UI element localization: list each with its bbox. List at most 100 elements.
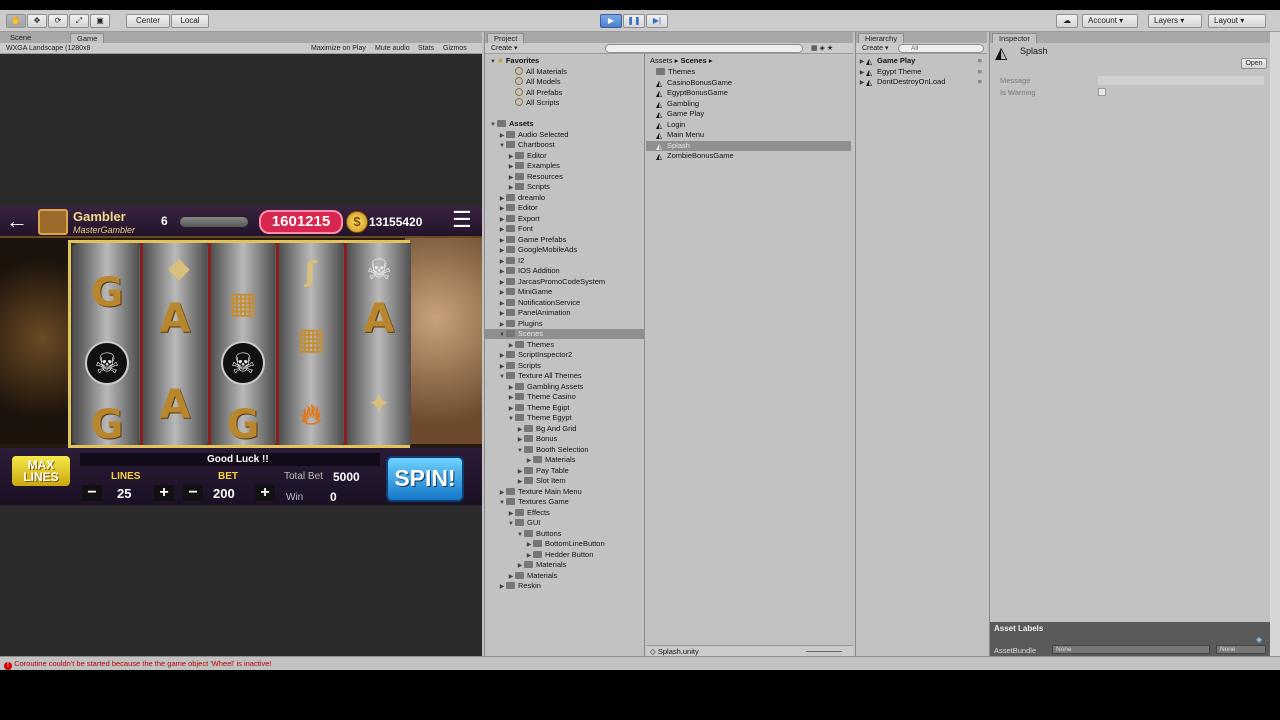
tree-section-header[interactable]: ▼ Assets (489, 119, 534, 129)
tree-item[interactable]: ▶ Reskin (498, 581, 541, 591)
tree-arrow-icon[interactable]: ▶ (498, 267, 506, 277)
tree-item[interactable]: ▶ Pay Table (516, 466, 569, 476)
game-view[interactable]: ← Gambler MasterGambler 6 1601215 $ 1315… (0, 54, 482, 656)
layers-dropdown[interactable]: Layers ▾ (1148, 14, 1202, 28)
tree-arrow-icon[interactable]: ▶ (507, 162, 515, 172)
spin-button[interactable]: SPIN! (386, 456, 464, 502)
tree-item[interactable]: ▶ Materials (525, 455, 576, 466)
step-button[interactable]: ▶| (646, 14, 668, 28)
tree-arrow-icon[interactable]: ▶ (858, 68, 866, 78)
tree-item[interactable]: ▶ Hedder Button (525, 550, 594, 560)
tree-item[interactable]: ▶ dreamlo (498, 193, 545, 203)
icon-size-slider[interactable] (806, 651, 842, 652)
lines-plus-button[interactable]: + (154, 485, 174, 501)
tree-item[interactable]: ▶ Gambling Assets (507, 382, 584, 392)
tree-item[interactable]: ▶ MiniGame (498, 287, 553, 298)
tree-item[interactable]: ▶ NotificationService (498, 298, 580, 308)
maximize-on-play-toggle[interactable]: Maximize on Play (311, 44, 366, 53)
tree-arrow-icon[interactable]: ▶ (498, 204, 506, 214)
tree-arrow-icon[interactable]: ▶ (507, 572, 515, 582)
tree-arrow-icon[interactable]: ▼ (498, 372, 506, 382)
breadcrumb-root[interactable]: Assets (650, 56, 673, 65)
project-create-button[interactable]: Create ▾ (491, 44, 517, 53)
hierarchy-item[interactable]: ▶ ◭ DontDestroyOnLoad ≡ (858, 77, 984, 87)
tree-arrow-icon[interactable]: ▶ (498, 278, 506, 288)
tree-arrow-icon[interactable]: ▶ (507, 152, 515, 162)
max-lines-button[interactable]: MAX LINES (12, 456, 70, 486)
tab-game[interactable]: Game (70, 33, 105, 43)
file-item[interactable]: ◭ Game Play (656, 109, 704, 119)
tree-item[interactable]: ▶ Scripts (498, 361, 541, 371)
file-item[interactable]: ◭ Login (656, 120, 685, 130)
tree-item[interactable]: ▶ Theme Casino (507, 392, 576, 402)
tree-item[interactable]: ▼ GUI (507, 518, 540, 528)
tree-item[interactable]: ▶ Plugins (498, 319, 543, 329)
tree-item[interactable]: ▶ Slot Item (516, 476, 566, 486)
tree-item[interactable]: ▶ Game Prefabs (498, 235, 567, 246)
tree-item[interactable]: ▶ Export (498, 214, 540, 224)
context-menu-icon[interactable]: ≡ (978, 77, 982, 87)
tab-project[interactable]: Project (487, 33, 525, 43)
tree-item[interactable]: ▶ JarcasPromoCodeSystem (498, 277, 605, 287)
tree-item[interactable]: All Models (507, 77, 561, 87)
tree-item[interactable]: ▶ Theme Egipt (507, 403, 570, 413)
tree-item[interactable]: ▼ Textures Game (498, 497, 569, 507)
tree-arrow-icon[interactable]: ▶ (498, 257, 506, 267)
tree-arrow-icon[interactable]: ▶ (507, 341, 515, 351)
file-item[interactable]: ◭ Gambling (656, 99, 699, 109)
file-item[interactable]: ◭ ZombieBonusGame (656, 151, 734, 161)
tree-arrow-icon[interactable]: ▶ (498, 582, 506, 592)
tree-item[interactable]: ▶ Materials (507, 571, 558, 582)
tree-item[interactable]: ▼ Buttons (516, 529, 561, 539)
layout-dropdown[interactable]: Layout ▾ (1208, 14, 1266, 28)
tree-item[interactable]: ▶ Editor (498, 203, 538, 213)
tree-item[interactable]: ▶ Bg And Grid (516, 424, 577, 435)
asset-variant-dropdown[interactable]: None (1216, 645, 1266, 654)
tree-arrow-icon[interactable]: ▶ (507, 404, 515, 414)
context-menu-icon[interactable]: ≡ (978, 56, 982, 66)
menu-icon[interactable]: ☰ (452, 209, 472, 231)
rect-tool-icon[interactable]: ▣ (90, 14, 110, 28)
project-search-input[interactable] (605, 44, 803, 53)
tree-arrow-icon[interactable]: ▶ (498, 362, 506, 372)
tree-arrow-icon[interactable]: ▶ (498, 320, 506, 330)
tree-arrow-icon[interactable]: ▶ (498, 351, 506, 361)
tree-arrow-icon[interactable]: ▼ (498, 141, 506, 151)
tree-arrow-icon[interactable]: ▶ (516, 477, 524, 487)
tree-item[interactable]: ▶ PanelAnimation (498, 308, 571, 318)
tree-item[interactable]: ▶ I2 (498, 256, 525, 267)
tree-item[interactable]: ▶ Audio Selected (498, 130, 569, 141)
tree-arrow-icon[interactable]: ▼ (498, 330, 506, 340)
tree-arrow-icon[interactable]: ▶ (498, 246, 506, 256)
filter-icons[interactable]: ▦ ◈ ★ (811, 44, 833, 53)
gizmos-dropdown[interactable]: Gizmos (443, 44, 467, 53)
tree-arrow-icon[interactable]: ▶ (516, 425, 524, 435)
account-dropdown[interactable]: Account ▾ (1082, 14, 1138, 28)
tree-arrow-icon[interactable]: ▶ (498, 131, 506, 141)
tree-arrow-icon[interactable]: ▼ (507, 414, 515, 424)
tree-item[interactable]: ▶ Editor (507, 151, 547, 161)
tree-arrow-icon[interactable]: ▶ (525, 540, 533, 550)
tree-arrow-icon[interactable]: ▶ (507, 509, 515, 519)
tree-arrow-icon[interactable]: ▼ (516, 530, 524, 540)
tree-arrow-icon[interactable]: ▼ (507, 519, 515, 529)
tree-item[interactable]: ▶ Bonus (516, 434, 558, 445)
tree-arrow-icon[interactable]: ▶ (516, 435, 524, 445)
tree-item[interactable]: ▼ Booth Selection (516, 445, 589, 455)
tree-arrow-icon[interactable]: ▶ (498, 288, 506, 298)
stats-toggle[interactable]: Stats (418, 44, 434, 53)
tree-item[interactable]: ▶ Materials (516, 560, 567, 570)
label-tag-icon[interactable]: ◈ (1256, 635, 1262, 644)
tree-arrow-icon[interactable]: ▶ (516, 467, 524, 477)
tree-arrow-icon[interactable]: ▼ (489, 57, 497, 67)
tree-section-header[interactable]: ▼★ Favorites (489, 56, 539, 66)
lines-minus-button[interactable]: − (82, 485, 102, 501)
tree-arrow-icon[interactable]: ▶ (525, 456, 533, 466)
tree-arrow-icon[interactable]: ▶ (498, 236, 506, 246)
file-item[interactable]: ◭ Main Menu (656, 130, 704, 140)
move-tool-icon[interactable]: ✥ (27, 14, 47, 28)
play-button[interactable]: ▶ (600, 14, 622, 28)
breadcrumb-current[interactable]: Scenes (680, 56, 706, 65)
tree-item[interactable]: ▶ Scripts (507, 182, 550, 192)
file-item[interactable]: ◭ Splash (646, 140, 851, 151)
